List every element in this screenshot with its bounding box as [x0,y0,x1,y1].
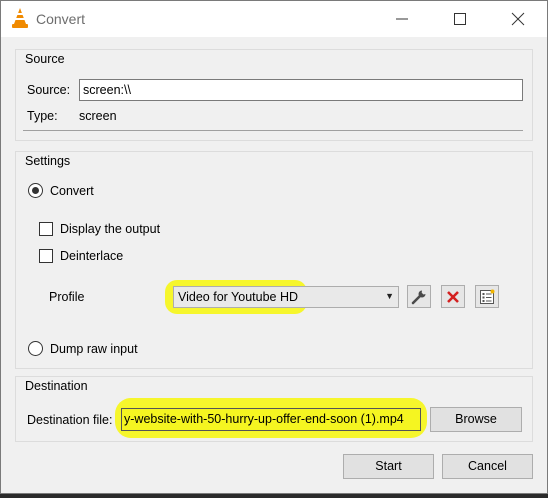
new-profile-button[interactable] [475,285,499,308]
source-input[interactable]: screen:\\ [79,79,523,101]
source-label: Source: [27,83,71,97]
profile-select[interactable]: Video for Youtube HD ▼ [173,286,399,308]
close-icon [511,12,525,26]
delete-profile-button[interactable] [441,285,465,308]
wrench-icon [411,290,426,305]
minimize-icon [396,18,408,20]
destination-file-label: Destination file: [27,413,113,427]
dump-raw-label: Dump raw input [50,342,138,356]
source-divider [23,130,523,131]
profile-list-icon [480,289,495,304]
title-bar: Convert [1,1,547,37]
convert-radio[interactable] [28,183,43,198]
red-x-icon [447,291,459,303]
type-value: screen [79,109,117,123]
cancel-button[interactable]: Cancel [442,454,533,479]
deinterlace-checkbox[interactable] [39,249,53,263]
profile-select-value: Video for Youtube HD [178,290,299,304]
convert-radio-label: Convert [50,184,94,198]
maximize-button[interactable] [431,1,489,37]
destination-group-title: Destination [25,379,88,393]
deinterlace-label: Deinterlace [60,249,124,263]
destination-file-input[interactable]: y-website-with-50-hurry-up-offer-end-soo… [121,408,421,431]
type-label: Type: [27,109,58,123]
display-output-label: Display the output [60,222,161,236]
convert-dialog: Convert Source Source: screen:\\ Type: s… [0,0,548,494]
radio-selected-dot [32,187,39,194]
close-button[interactable] [489,1,547,37]
source-group-title: Source [25,52,65,66]
settings-group-title: Settings [25,154,71,168]
vlc-cone-icon [12,8,28,28]
dump-raw-radio[interactable] [28,341,43,356]
window-title: Convert [36,11,86,27]
chevron-down-icon: ▼ [385,291,394,301]
edit-profile-button[interactable] [407,285,431,308]
maximize-icon [454,13,466,25]
profile-label: Profile [49,290,85,304]
minimize-button[interactable] [373,1,431,37]
browse-button[interactable]: Browse [430,407,522,432]
start-button[interactable]: Start [343,454,434,479]
display-output-checkbox[interactable] [39,222,53,236]
